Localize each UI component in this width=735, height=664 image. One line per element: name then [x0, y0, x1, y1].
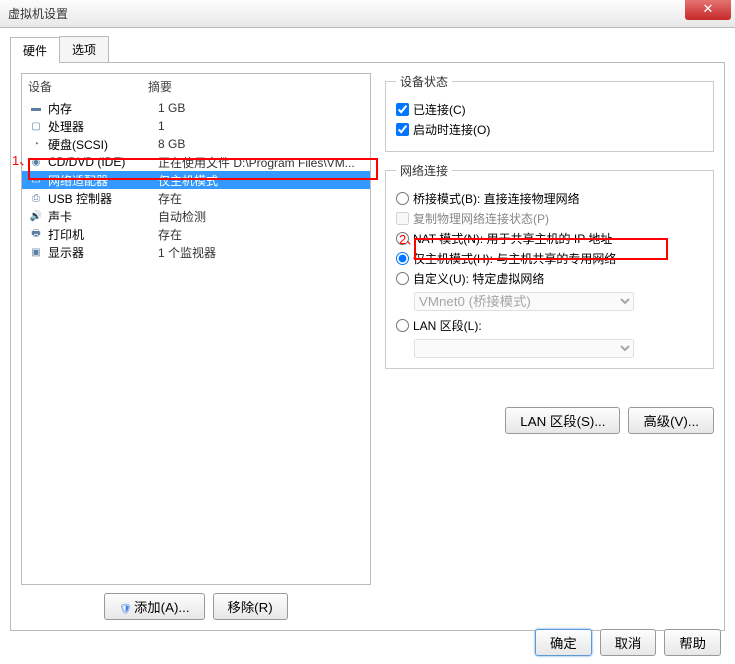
titlebar: 虚拟机设置 ✕ — [0, 0, 735, 28]
device-icon: ⎙ — [28, 191, 44, 205]
device-row[interactable]: ⎙ USB 控制器存在 — [22, 189, 370, 207]
ok-button[interactable]: 确定 — [535, 629, 592, 656]
device-row[interactable]: ◉CD/DVD (IDE)正在使用文件 D:\Program Files\VM.… — [22, 153, 370, 171]
tab-hardware[interactable]: 硬件 — [10, 37, 60, 63]
device-summary: 正在使用文件 D:\Program Files\VM... — [158, 154, 355, 171]
connect-onstart-checkbox[interactable]: 启动时连接(O) — [396, 121, 703, 138]
device-name: 处理器 — [48, 118, 158, 135]
tab-options[interactable]: 选项 — [59, 36, 109, 62]
lan-segment-select — [414, 339, 634, 358]
device-icon: ▢ — [28, 119, 44, 133]
device-row[interactable]: ◔ 硬盘(SCSI)8 GB — [22, 135, 370, 153]
device-icon: 🔊 — [28, 209, 44, 223]
remove-button[interactable]: 移除(R) — [213, 593, 288, 620]
device-summary: 存在 — [158, 190, 182, 207]
device-row[interactable]: 🔊 声卡自动检测 — [22, 207, 370, 225]
tab-strip: 硬件 选项 — [10, 36, 725, 63]
list-header: 设备 摘要 — [22, 74, 370, 99]
header-summary: 摘要 — [148, 78, 172, 95]
device-status-group: 设备状态 已连接(C) 启动时连接(O) — [385, 73, 714, 152]
annotation-2: 2、 — [399, 229, 419, 248]
lan-segments-button[interactable]: LAN 区段(S)... — [505, 407, 620, 434]
device-row[interactable]: ▬ 内存1 GB — [22, 99, 370, 117]
help-button[interactable]: 帮助 — [664, 629, 721, 656]
device-summary: 1 — [158, 119, 165, 133]
custom-vmnet-select: VMnet0 (桥接模式) — [414, 292, 634, 311]
device-name: 声卡 — [48, 208, 158, 225]
radio-bridged[interactable]: 桥接模式(B): 直接连接物理网络 — [396, 190, 703, 207]
radio-hostonly[interactable]: 仅主机模式(H): 与主机共享的专用网络 — [396, 250, 703, 267]
advanced-button[interactable]: 高级(V)... — [628, 407, 714, 434]
header-device: 设备 — [28, 78, 148, 95]
window-title: 虚拟机设置 — [8, 5, 68, 22]
device-row[interactable]: 🖶 打印机存在 — [22, 225, 370, 243]
device-name: USB 控制器 — [48, 190, 158, 207]
device-name: 硬盘(SCSI) — [48, 136, 158, 153]
replicate-checkbox: 复制物理网络连接状态(P) — [396, 210, 703, 227]
device-list[interactable]: 设备 摘要 ▬ 内存1 GB ▢ 处理器1 ◔ 硬盘(SCSI)8 GB ◉CD/DVD (… — [21, 73, 371, 585]
connected-checkbox[interactable]: 已连接(C) — [396, 101, 703, 118]
close-button[interactable]: ✕ — [685, 0, 731, 20]
device-summary: 8 GB — [158, 137, 185, 151]
device-summary: 1 个监视器 — [158, 244, 216, 261]
network-connection-group: 网络连接 桥接模式(B): 直接连接物理网络 复制物理网络连接状态(P) NAT… — [385, 162, 714, 369]
radio-lan[interactable]: LAN 区段(L): — [396, 317, 703, 334]
device-summary: 自动检测 — [158, 208, 206, 225]
device-icon: ▭ — [28, 173, 44, 187]
dialog-footer: 确定 取消 帮助 — [535, 629, 721, 656]
device-name: 网络适配器 — [48, 172, 158, 189]
device-row[interactable]: ▢ 处理器1 — [22, 117, 370, 135]
device-summary: 仅主机模式 — [158, 172, 218, 189]
annotation-1: 1、 — [12, 150, 32, 169]
status-legend: 设备状态 — [396, 73, 452, 90]
device-summary: 存在 — [158, 226, 182, 243]
network-legend: 网络连接 — [396, 162, 452, 179]
device-name: CD/DVD (IDE) — [48, 155, 158, 169]
device-icon: ◔ — [28, 137, 44, 151]
device-name: 显示器 — [48, 244, 158, 261]
radio-nat[interactable]: NAT 模式(N): 用于共享主机的 IP 地址 — [396, 230, 703, 247]
device-name: 打印机 — [48, 226, 158, 243]
device-icon: ▣ — [28, 245, 44, 259]
device-summary: 1 GB — [158, 101, 185, 115]
cancel-button[interactable]: 取消 — [600, 629, 657, 656]
device-icon: ▬ — [28, 101, 44, 115]
shield-icon: 🛡 — [119, 604, 132, 615]
radio-custom[interactable]: 自定义(U): 特定虚拟网络 — [396, 270, 703, 287]
device-row[interactable]: ▭ 网络适配器仅主机模式 — [22, 171, 370, 189]
device-icon: 🖶 — [28, 227, 44, 241]
device-row[interactable]: ▣ 显示器1 个监视器 — [22, 243, 370, 261]
add-button[interactable]: 🛡添加(A)... — [104, 593, 204, 620]
device-name: 内存 — [48, 100, 158, 117]
